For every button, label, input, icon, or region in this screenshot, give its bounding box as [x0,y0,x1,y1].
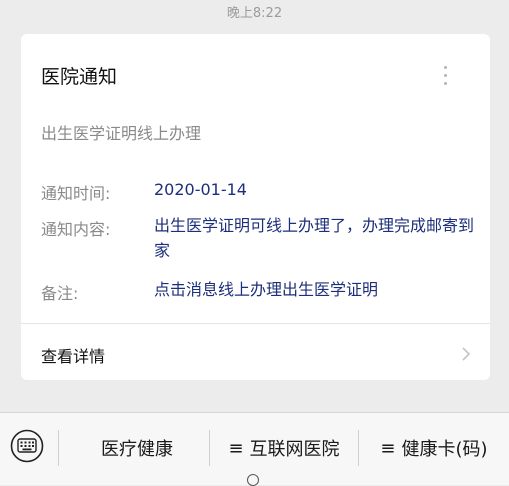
menu-item-label: 互联网医院 [249,439,340,460]
home-indicator-dot [247,474,259,486]
menu-item-label: 健康卡(码) [401,439,488,460]
field-value-remark: 点击消息线上办理出生医学证明 [154,280,379,299]
chevron-right-icon [462,347,471,361]
keyboard-icon[interactable] [10,429,44,463]
field-label-content: 通知内容: [41,220,111,239]
field-value-time: 2020-01-14 [154,180,247,199]
card-title: 医院通知 [41,66,118,88]
notification-card[interactable]: 医院通知 出生医学证明线上办理 通知时间: 2020-01-14 通知内容: 出… [21,34,490,380]
menu-list-icon: ≡ [380,437,396,459]
field-label-time: 通知时间: [41,184,111,203]
menu-item-medical-health[interactable]: 医疗健康 [59,413,209,483]
message-timestamp: 晚上8:22 [226,6,283,21]
menu-list-icon: ≡ [228,437,244,459]
menu-item-health-card[interactable]: ≡ 健康卡(码) [359,413,509,483]
view-details-link[interactable]: 查看详情 [41,343,105,367]
card-subtitle: 出生医学证明线上办理 [41,124,202,143]
menu-item-label: 医疗健康 [101,439,173,460]
menu-item-internet-hospital[interactable]: ≡ 互联网医院 [210,413,358,483]
more-options-icon[interactable] [440,66,450,96]
field-value-content: 出生医学证明可线上办理了，办理完成邮寄到家 [154,216,475,260]
card-divider [21,323,490,324]
field-label-remark: 备注: [41,284,79,303]
